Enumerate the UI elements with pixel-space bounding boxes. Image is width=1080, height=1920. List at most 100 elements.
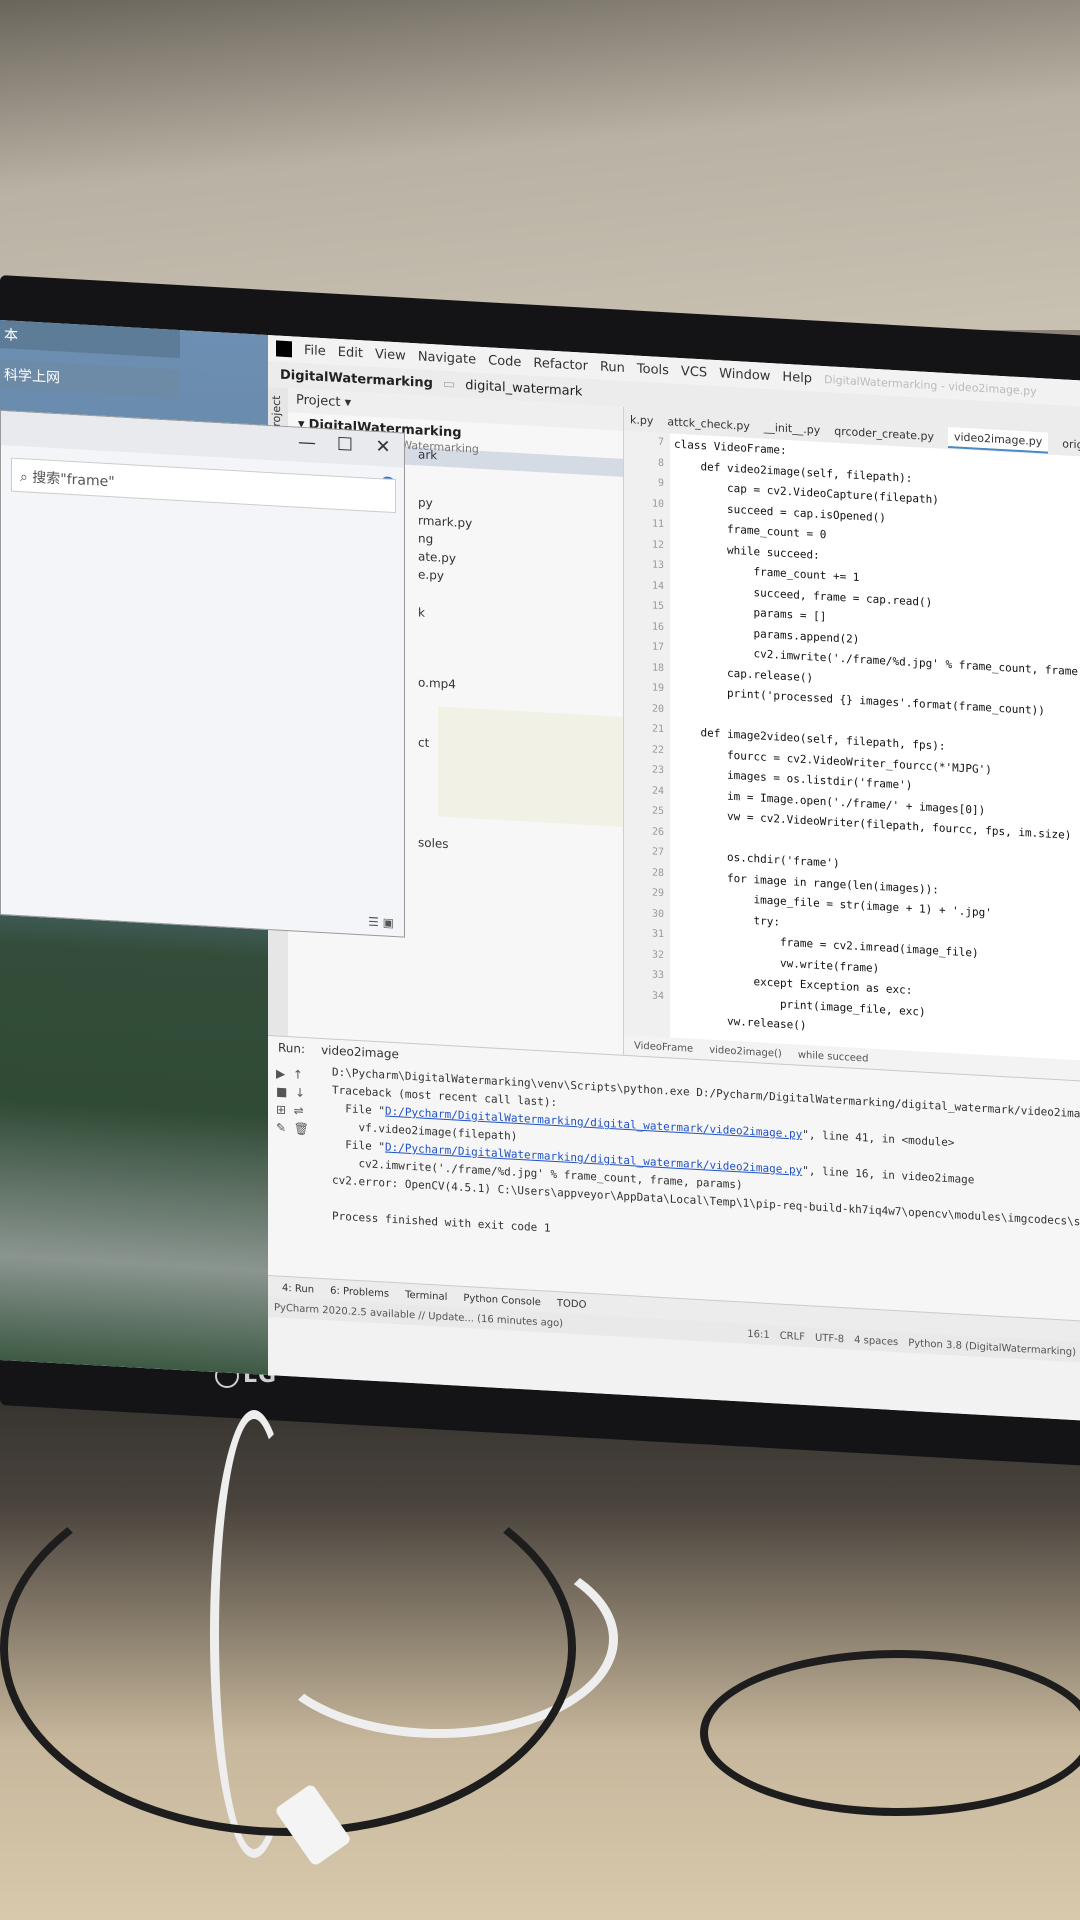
line-number: 27 xyxy=(651,846,664,859)
code-line[interactable]: params = [] xyxy=(674,602,826,623)
tree-highlight xyxy=(438,706,623,827)
code-line[interactable]: while succeed: xyxy=(674,540,820,561)
line-number: 29 xyxy=(651,887,664,900)
crumb-method[interactable]: video2image() xyxy=(709,1044,782,1059)
line-number: 13 xyxy=(651,559,664,572)
run-config-tab[interactable]: video2image xyxy=(321,1043,399,1061)
line-number: 9 xyxy=(657,477,664,490)
code-line[interactable]: os.chdir('frame') xyxy=(674,848,840,870)
screen: 本 科学上网 File Edit View Navigate Code Refa… xyxy=(0,320,1080,1421)
maximize-button[interactable]: ☐ xyxy=(328,433,362,456)
tab-k-py[interactable]: k.py xyxy=(630,413,653,427)
print-icon[interactable]: ✎ 🗑 xyxy=(276,1120,324,1137)
line-number: 21 xyxy=(651,723,664,736)
tool-tab-run[interactable]: 4: Run xyxy=(282,1282,314,1295)
line-number: 32 xyxy=(651,948,664,961)
tree-item[interactable]: py xyxy=(418,495,433,510)
tab-qrcoder-create[interactable]: qrcoder_create.py xyxy=(834,424,934,443)
line-number: 8 xyxy=(657,457,664,469)
line-separator[interactable]: CRLF xyxy=(780,1330,805,1342)
file-encoding[interactable]: UTF-8 xyxy=(815,1332,844,1345)
menu-navigate[interactable]: Navigate xyxy=(418,349,476,367)
menu-tools[interactable]: Tools xyxy=(637,361,669,378)
code-line[interactable]: params.append(2) xyxy=(674,622,859,646)
line-number: 7 xyxy=(657,436,664,449)
tool-tab-python-console[interactable]: Python Console xyxy=(463,1292,541,1307)
crumb-class[interactable]: VideoFrame xyxy=(634,1040,693,1054)
tool-tab-problems[interactable]: 6: Problems xyxy=(330,1285,389,1299)
tree-item[interactable]: rmark.py xyxy=(418,513,472,530)
menu-help[interactable]: Help xyxy=(782,369,812,386)
code-line[interactable]: frame_count = 0 xyxy=(674,520,826,542)
line-number-gutter: 7 8 9 10 11 12 13 14 15 16 17 18 19 20 21 22 23 24 25 26 27 2… xyxy=(624,430,670,1038)
tree-item[interactable]: ct xyxy=(418,735,429,750)
search-placeholder: 搜索"frame" xyxy=(32,469,115,491)
tree-item[interactable]: ng xyxy=(418,531,433,546)
menu-vcs[interactable]: VCS xyxy=(681,364,707,380)
line-number: 19 xyxy=(651,682,664,695)
line-number: 10 xyxy=(651,497,664,510)
tree-item[interactable]: ark xyxy=(418,447,437,462)
menu-run[interactable]: Run xyxy=(600,359,625,375)
nav-folder[interactable]: digital_watermark xyxy=(465,378,582,400)
line-number: 11 xyxy=(651,518,664,531)
menu-refactor[interactable]: Refactor xyxy=(533,355,588,373)
rerun-icon[interactable]: ▶ ↑ xyxy=(276,1066,324,1083)
close-button[interactable]: ✕ xyxy=(366,435,400,458)
menu-view[interactable]: View xyxy=(375,346,406,363)
run-panel: Run: video2image ▶ ↑ ■ ↓ ⊞ ⇌ ✎ 🗑 D:\Pych… xyxy=(268,1034,1080,1322)
tool-tab-todo[interactable]: TODO xyxy=(557,1298,587,1311)
view-toggle-icon[interactable]: ☰ ▣ xyxy=(368,915,394,930)
line-number: 28 xyxy=(651,866,664,879)
nav-project[interactable]: DigitalWatermarking xyxy=(280,367,433,391)
menu-file[interactable]: File xyxy=(304,342,326,358)
minimize-button[interactable]: — xyxy=(290,431,324,454)
tab-attck-check[interactable]: attck_check.py xyxy=(667,415,749,433)
line-number: 24 xyxy=(651,784,664,797)
tab-init[interactable]: __init__.py xyxy=(764,420,820,436)
code-editor[interactable]: class VideoFrame: def video2image(self, … xyxy=(670,433,1080,1061)
tree-item[interactable]: e.py xyxy=(418,567,444,582)
stop-icon[interactable]: ■ ↓ xyxy=(276,1084,324,1101)
menu-code[interactable]: Code xyxy=(488,353,521,370)
run-toolbar: ▶ ↑ ■ ↓ ⊞ ⇌ ✎ 🗑 xyxy=(276,1062,324,1141)
code-line[interactable]: vw = cv2.VideoWriter(filepath, fourcc, f… xyxy=(674,807,1071,842)
indent-setting[interactable]: 4 spaces xyxy=(854,1334,898,1347)
desktop-item-label: 本 xyxy=(4,327,18,345)
line-number: 17 xyxy=(651,641,664,654)
code-line[interactable]: vw.write(frame) xyxy=(674,950,879,975)
search-input[interactable]: ⌕ 搜索"frame" xyxy=(11,457,396,514)
pycharm-logo-icon xyxy=(276,340,292,358)
line-number: 33 xyxy=(651,969,664,982)
search-icon: ⌕ xyxy=(20,469,28,486)
line-number: 16 xyxy=(651,620,664,633)
code-line[interactable]: print('processed {} images'.format(frame… xyxy=(674,684,1045,718)
caret-position[interactable]: 16:1 xyxy=(747,1328,769,1340)
run-label: Run: xyxy=(278,1040,306,1057)
code-line[interactable]: try: xyxy=(674,909,780,928)
interpreter[interactable]: Python 3.8 (DigitalWatermarking) xyxy=(908,1337,1076,1357)
code-line[interactable]: cap.release() xyxy=(674,663,813,684)
tree-item[interactable]: soles xyxy=(418,835,449,851)
line-number: 12 xyxy=(651,538,664,551)
tool-tab-terminal[interactable]: Terminal xyxy=(405,1289,447,1302)
tree-item[interactable]: k xyxy=(418,605,425,619)
tab-origi[interactable]: origi xyxy=(1062,437,1080,451)
search-window: — ☐ ✕ ? ⌕ 搜索"frame" ☰ ▣ xyxy=(0,410,405,938)
line-number: 20 xyxy=(651,702,664,715)
folder-icon: ▭ xyxy=(442,376,456,392)
line-number: 23 xyxy=(651,764,664,777)
menu-window[interactable]: Window xyxy=(719,366,770,384)
code-line[interactable]: succeed = cap.isOpened() xyxy=(674,499,886,524)
code-line[interactable]: vw.release() xyxy=(674,1012,806,1032)
menu-edit[interactable]: Edit xyxy=(338,344,363,360)
tree-item[interactable]: o.mp4 xyxy=(418,675,456,691)
line-number: 22 xyxy=(651,743,664,756)
wrap-icon[interactable]: ⊞ ⇌ xyxy=(276,1102,324,1119)
crumb-block[interactable]: while succeed xyxy=(798,1049,869,1064)
line-number: 34 xyxy=(651,989,664,1002)
code-line[interactable]: frame_count += 1 xyxy=(674,561,859,584)
code-line[interactable]: class VideoFrame: xyxy=(674,438,787,457)
line-number: 15 xyxy=(651,600,664,613)
tree-item[interactable]: ate.py xyxy=(418,549,456,565)
